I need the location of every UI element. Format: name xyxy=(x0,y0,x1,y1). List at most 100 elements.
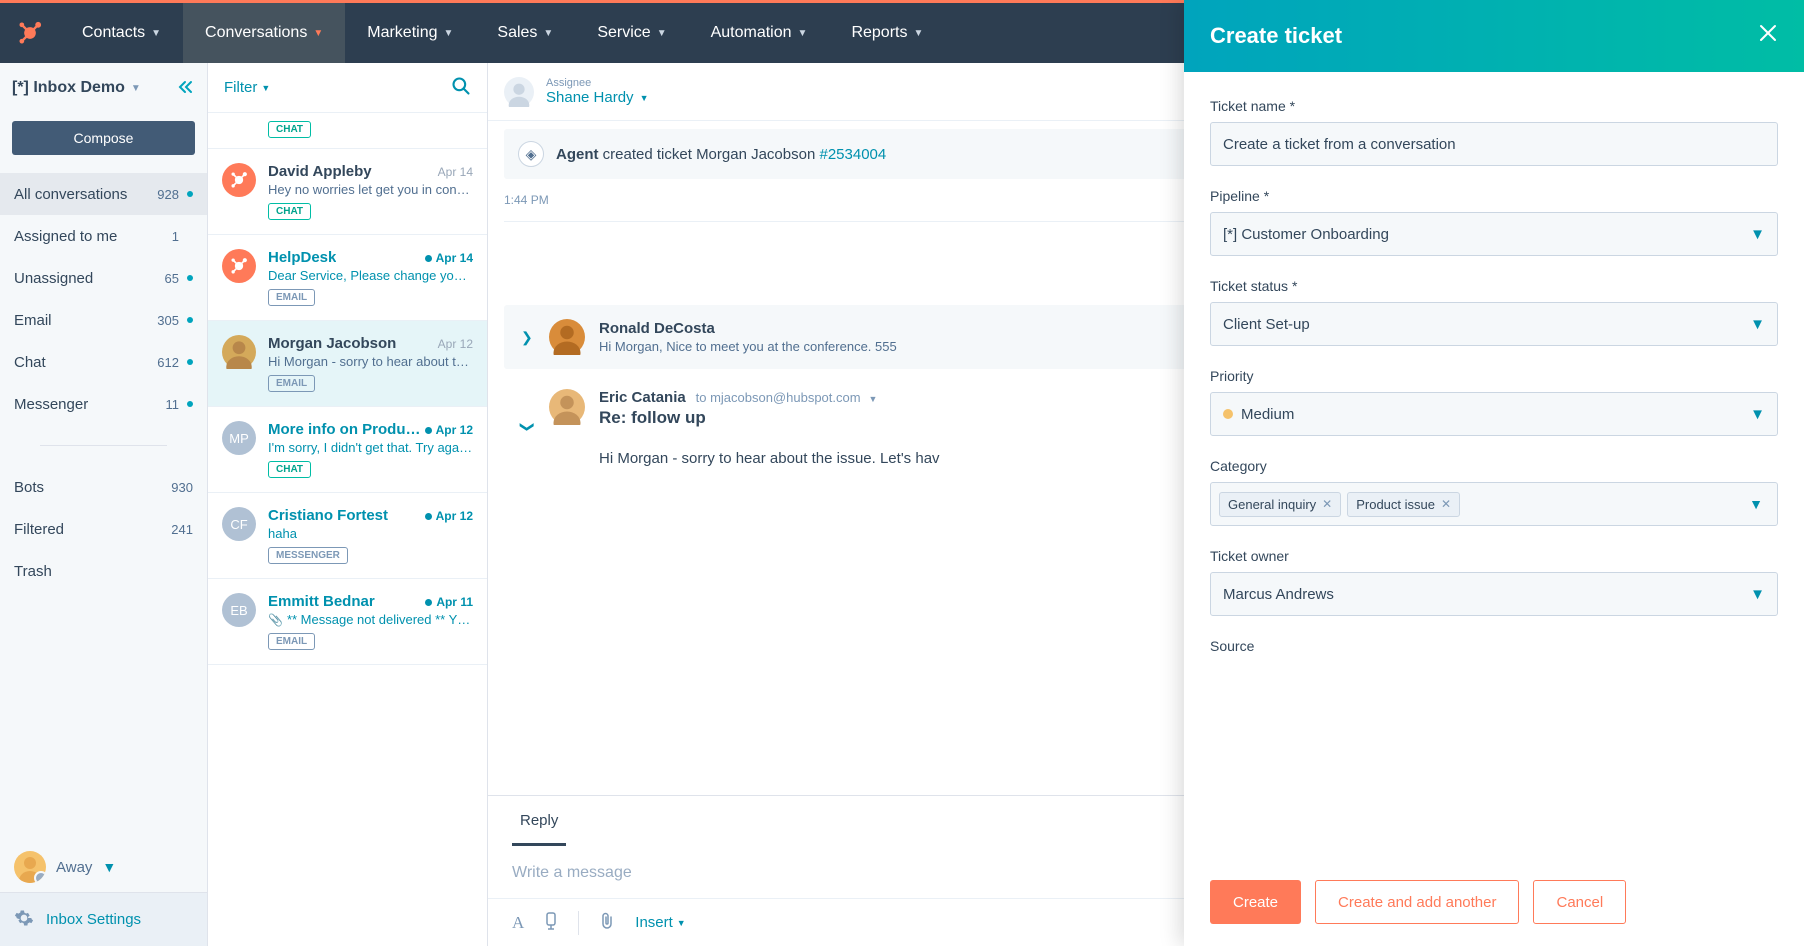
remove-tag-icon[interactable]: ✕ xyxy=(1322,497,1332,511)
sender-name: Cristiano Fortest xyxy=(268,507,388,524)
nav-conversations[interactable]: Conversations▼ xyxy=(183,3,345,63)
conversation-item[interactable]: Morgan JacobsonApr 12 Hi Morgan - sorry … xyxy=(208,321,487,407)
avatar: CF xyxy=(222,507,256,541)
chevron-down-icon: ▼ xyxy=(131,83,141,94)
unread-dot-icon xyxy=(187,275,193,281)
assignee-avatar xyxy=(504,77,534,107)
sidebar-item-messenger[interactable]: Messenger11 xyxy=(0,383,207,425)
sender-name: David Appleby xyxy=(268,163,372,180)
chevron-down-icon[interactable]: ▼ xyxy=(868,394,877,404)
channel-badge: CHAT xyxy=(268,121,311,138)
inbox-settings-link[interactable]: Inbox Settings xyxy=(0,892,207,946)
assignee-selector[interactable]: Shane Hardy ▼ xyxy=(546,89,648,106)
inbox-selector[interactable]: [*] Inbox Demo ▼ xyxy=(0,63,207,113)
conversation-item[interactable]: CF Cristiano Fortest Apr 12 haha MESSENGE… xyxy=(208,493,487,579)
sidebar-item-email[interactable]: Email305 xyxy=(0,299,207,341)
attachment-icon[interactable] xyxy=(599,912,615,933)
conversation-item[interactable]: EB Emmitt BednarApr 11 📎** Message not d… xyxy=(208,579,487,665)
date: Apr 12 xyxy=(425,423,473,437)
text-format-icon[interactable]: A xyxy=(512,913,524,933)
remove-tag-icon[interactable]: ✕ xyxy=(1441,497,1451,511)
sidebar-item-unassigned[interactable]: Unassigned65 xyxy=(0,257,207,299)
priority-label: Priority xyxy=(1210,368,1778,384)
collapse-icon[interactable]: ❯ xyxy=(489,421,567,435)
nav-contacts[interactable]: Contacts▼ xyxy=(60,3,183,63)
avatar xyxy=(222,163,256,197)
gear-icon xyxy=(14,908,34,932)
date: Apr 14 xyxy=(438,165,473,179)
chevron-down-icon: ▼ xyxy=(151,28,161,39)
nav-service[interactable]: Service▼ xyxy=(575,3,688,63)
unread-dot-icon xyxy=(425,427,432,434)
preview-text: Hi Morgan - sorry to hear about th… xyxy=(268,354,473,369)
reply-tab[interactable]: Reply xyxy=(512,796,566,846)
ticket-name-label: Ticket name * xyxy=(1210,98,1778,114)
user-avatar xyxy=(14,851,46,883)
chevron-down-icon: ▼ xyxy=(1750,316,1765,333)
category-tag: Product issue✕ xyxy=(1347,492,1460,517)
chevron-down-icon: ▼ xyxy=(102,859,116,875)
recipient: to mjacobson@hubspot.com xyxy=(696,390,861,405)
owner-select[interactable]: Marcus Andrews ▼ xyxy=(1210,572,1778,616)
conversation-item[interactable]: MP More info on Produ…Apr 12 I'm sorry, … xyxy=(208,407,487,493)
sidebar-item-all-conversations[interactable]: All conversations928 xyxy=(0,173,207,215)
sidebar-item-bots[interactable]: Bots930 xyxy=(0,466,207,508)
preview-text: Dear Service, Please change your… xyxy=(268,268,473,283)
sidebar-item-chat[interactable]: Chat612 xyxy=(0,341,207,383)
ticket-link[interactable]: #2534004 xyxy=(819,146,886,163)
category-tag: General inquiry✕ xyxy=(1219,492,1341,517)
date: Apr 12 xyxy=(425,509,473,523)
conversation-item[interactable]: CHAT xyxy=(208,113,487,149)
ticket-name-input[interactable] xyxy=(1210,122,1778,166)
source-label: Source xyxy=(1210,638,1778,654)
filter-dropdown[interactable]: Filter ▼ xyxy=(224,79,270,96)
priority-select[interactable]: Medium ▼ xyxy=(1210,392,1778,436)
hubspot-logo[interactable] xyxy=(0,3,60,63)
category-select[interactable]: General inquiry✕Product issue✕ ▼ xyxy=(1210,482,1778,526)
sidebar-item-filtered[interactable]: Filtered241 xyxy=(0,508,207,550)
unread-dot-icon xyxy=(425,513,432,520)
nav-reports[interactable]: Reports▼ xyxy=(829,3,945,63)
nav-sales[interactable]: Sales▼ xyxy=(475,3,575,63)
attachment-icon: 📎 xyxy=(268,613,283,627)
nav-marketing[interactable]: Marketing▼ xyxy=(345,3,475,63)
user-status[interactable]: Away ▼ xyxy=(0,842,207,892)
nav-automation[interactable]: Automation▼ xyxy=(689,3,830,63)
insert-dropdown[interactable]: Insert ▼ xyxy=(635,914,685,931)
compose-button[interactable]: Compose xyxy=(12,121,195,155)
preview-text: haha xyxy=(268,526,473,541)
chevron-down-icon: ▼ xyxy=(261,83,270,93)
avatar: MP xyxy=(222,421,256,455)
expand-icon[interactable]: ❯ xyxy=(521,329,535,346)
collapse-sidebar-icon[interactable] xyxy=(177,80,195,97)
priority-dot-icon xyxy=(1223,409,1233,419)
panel-title: Create ticket xyxy=(1210,23,1342,49)
sender-name: HelpDesk xyxy=(268,249,336,266)
cancel-button[interactable]: Cancel xyxy=(1533,880,1626,924)
close-panel-button[interactable] xyxy=(1758,23,1778,49)
sidebar-item-trash[interactable]: Trash xyxy=(0,550,207,592)
conversation-item[interactable]: HelpDesk Apr 14 Dear Service, Please chan… xyxy=(208,235,487,321)
channel-badge: EMAIL xyxy=(268,375,315,392)
chevron-down-icon: ▼ xyxy=(1750,226,1765,243)
create-and-add-another-button[interactable]: Create and add another xyxy=(1315,880,1519,924)
sender-avatar xyxy=(549,389,585,425)
search-button[interactable] xyxy=(451,76,471,99)
date: Apr 14 xyxy=(425,251,473,265)
snippet-icon[interactable] xyxy=(544,912,558,933)
preview-text: Hey no worries let get you in cont… xyxy=(268,182,473,197)
preview-text: 📎** Message not delivered ** Y… xyxy=(268,612,473,627)
chevron-down-icon: ▼ xyxy=(1750,406,1765,423)
status-label: Away xyxy=(56,859,92,876)
chevron-down-icon: ▼ xyxy=(657,28,667,39)
channel-badge: MESSENGER xyxy=(268,547,348,564)
create-button[interactable]: Create xyxy=(1210,880,1301,924)
conversation-item[interactable]: David Appleby Apr 14 Hey no worries let g… xyxy=(208,149,487,235)
date: Apr 11 xyxy=(425,595,473,609)
pipeline-select[interactable]: [*] Customer Onboarding ▼ xyxy=(1210,212,1778,256)
sender-name: Emmitt Bednar xyxy=(268,593,375,610)
create-ticket-panel: Create ticket Ticket name * Pipeline * [… xyxy=(1184,0,1804,946)
sidebar-item-assigned-to-me[interactable]: Assigned to me1 xyxy=(0,215,207,257)
unread-dot-icon xyxy=(187,191,193,197)
status-select[interactable]: Client Set-up ▼ xyxy=(1210,302,1778,346)
